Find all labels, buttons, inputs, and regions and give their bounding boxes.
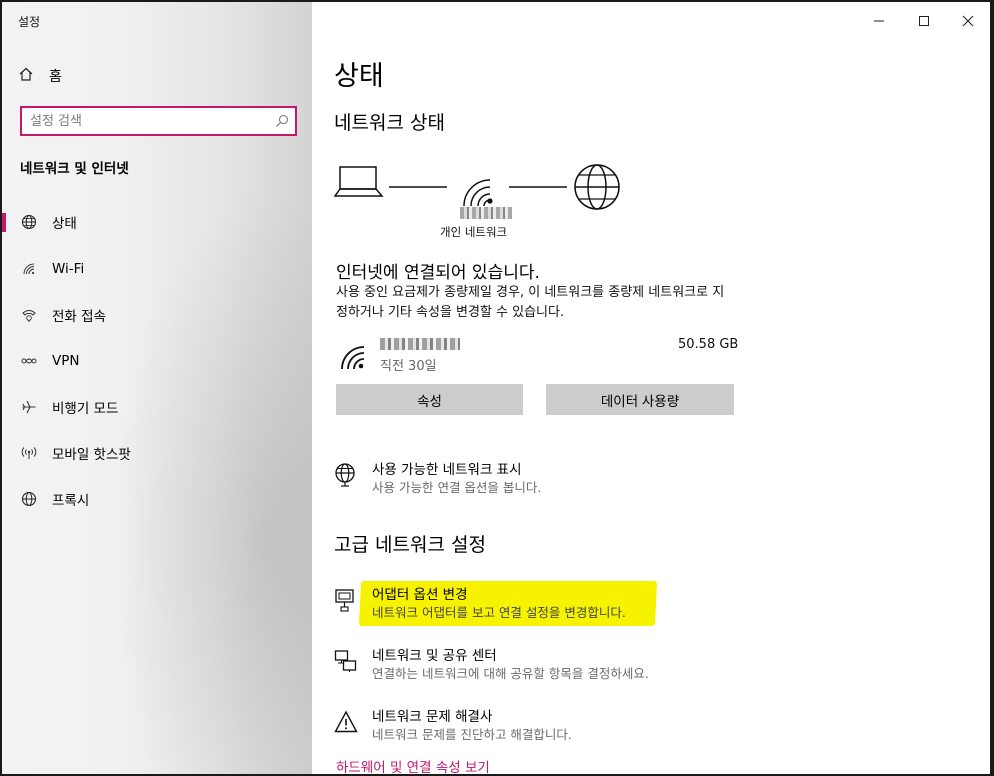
sidebar-item-proxy[interactable]: 프록시 (2, 483, 312, 515)
ssid-redacted (380, 338, 460, 350)
usage-amount: 50.58 GB (678, 337, 739, 352)
search-input[interactable] (22, 108, 262, 134)
sidebar-item-mobile-hotspot[interactable]: 모바일 핫스팟 (2, 437, 312, 469)
section-title: 네트워크 및 인터넷 (20, 161, 129, 177)
wifi-icon (463, 179, 493, 207)
usage-period: 직전 30일 (380, 359, 437, 374)
minimize-button[interactable] (864, 10, 894, 32)
sidebar-item-wifi[interactable]: Wi-Fi (2, 253, 312, 285)
settings-window: 설정 홈 네트워크 및 인터넷 상태 Wi-Fi (0, 0, 994, 776)
link-title: 네트워크 및 공유 센터 (372, 648, 497, 664)
network-profile-label: 개인 네트워크 (440, 225, 508, 239)
network-sharing-center-link[interactable]: 네트워크 및 공유 센터 연결하는 네트워크에 대해 공유할 항목을 결정하세요… (334, 647, 649, 682)
maximize-icon (919, 16, 929, 26)
search-icon[interactable] (275, 113, 289, 132)
link-title: 사용 가능한 네트워크 표시 (372, 462, 522, 478)
connection-status-title: 인터넷에 연결되어 있습니다. (336, 263, 540, 283)
sharing-center-icon (334, 647, 360, 682)
network-name-redacted (460, 207, 512, 219)
data-usage-button[interactable]: 데이터 사용량 (546, 384, 734, 415)
close-icon (962, 15, 974, 27)
sidebar-item-label: Wi-Fi (52, 261, 85, 277)
globe-icon (334, 461, 360, 496)
minimize-icon (874, 20, 884, 22)
sidebar-item-status[interactable]: 상태 (2, 206, 312, 238)
sidebar-item-label: 모바일 핫스팟 (52, 447, 131, 463)
sidebar-item-airplane-mode[interactable]: 비행기 모드 (2, 391, 312, 423)
globe-icon (20, 490, 38, 508)
wifi-icon (20, 260, 38, 278)
main-content: 상태 네트워크 상태 개인 네트워크 인터넷에 연결되어 있습니다. 사용 중인… (312, 2, 990, 774)
link-title: 어댑터 옵션 변경 (372, 587, 468, 603)
dial-up-icon (20, 306, 38, 324)
network-adapter-icon (334, 586, 360, 621)
laptop-icon (334, 166, 384, 197)
link-title: 네트워크 문제 해결사 (372, 709, 493, 725)
sidebar-item-label: VPN (52, 353, 80, 369)
properties-button[interactable]: 속성 (336, 384, 523, 415)
home-icon (18, 66, 34, 86)
link-description: 네트워크 어댑터를 보고 연결 설정을 변경합니다. (372, 605, 626, 620)
globe-icon (20, 213, 38, 231)
sidebar-item-label: 프록시 (52, 493, 90, 509)
sidebar: 설정 홈 네트워크 및 인터넷 상태 Wi-Fi (2, 2, 312, 774)
airplane-icon (20, 398, 38, 416)
wifi-icon (341, 346, 365, 370)
globe-icon (574, 164, 620, 210)
search-box[interactable] (20, 106, 297, 136)
change-adapter-options-link[interactable]: 어댑터 옵션 변경 네트워크 어댑터를 보고 연결 설정을 변경합니다. (334, 586, 626, 621)
sidebar-item-label: 상태 (52, 216, 77, 232)
hotspot-icon (20, 444, 38, 462)
hardware-properties-link[interactable]: 하드웨어 및 연결 속성 보기 (336, 756, 490, 774)
sidebar-item-label: 전화 접속 (52, 309, 106, 325)
app-title: 설정 (18, 15, 41, 29)
home-label: 홈 (49, 69, 62, 85)
link-description: 사용 가능한 연결 옵션을 봅니다. (372, 480, 542, 495)
show-available-networks-link[interactable]: 사용 가능한 네트워크 표시 사용 가능한 연결 옵션을 봅니다. (334, 461, 541, 496)
home-link[interactable]: 홈 (18, 65, 62, 87)
vpn-icon (20, 352, 38, 370)
sidebar-item-dial-up[interactable]: 전화 접속 (2, 299, 312, 331)
link-description: 연결하는 네트워크에 대해 공유할 항목을 결정하세요. (372, 666, 649, 681)
link-description: 네트워크 문제를 진단하고 해결합니다. (372, 727, 572, 742)
advanced-settings-heading: 고급 네트워크 설정 (334, 534, 486, 556)
sidebar-item-label: 비행기 모드 (52, 401, 119, 417)
network-troubleshooter-link[interactable]: 네트워크 문제 해결사 네트워크 문제를 진단하고 해결합니다. (334, 708, 572, 743)
sidebar-item-vpn[interactable]: VPN (2, 345, 312, 377)
connection-status-description: 사용 중인 요금제가 종량제일 경우, 이 네트워크를 종량제 네트워크로 지정… (336, 285, 725, 320)
network-status-heading: 네트워크 상태 (334, 112, 445, 134)
warning-icon (334, 708, 360, 743)
maximize-button[interactable] (909, 10, 939, 32)
close-button[interactable] (953, 10, 983, 32)
page-title: 상태 (334, 61, 384, 92)
